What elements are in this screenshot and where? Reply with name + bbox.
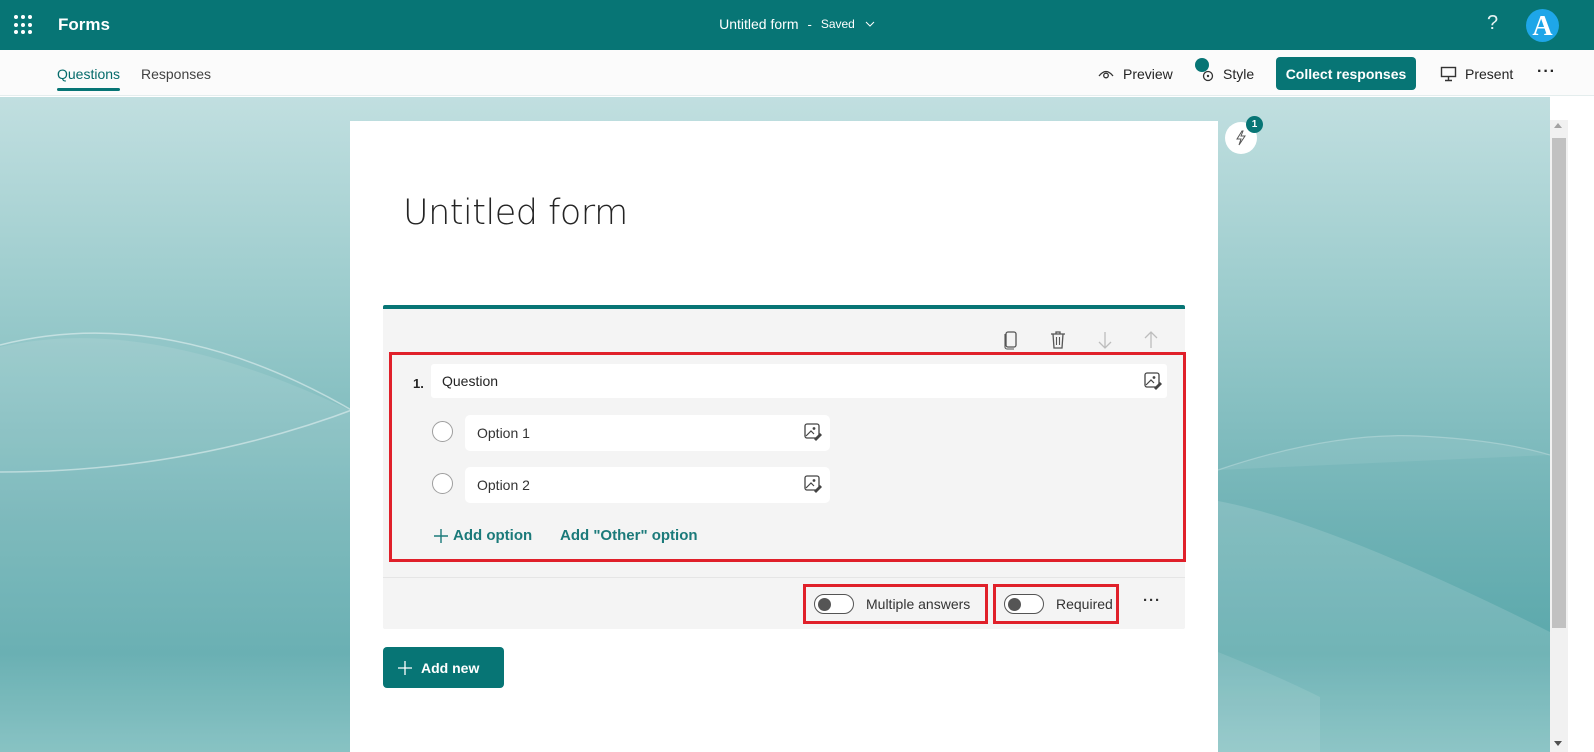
chevron-down-icon bbox=[865, 21, 875, 27]
tab-responses[interactable]: Responses bbox=[141, 66, 211, 82]
option-1-image-icon[interactable] bbox=[803, 422, 823, 442]
app-name[interactable]: Forms bbox=[58, 15, 110, 35]
save-status: Saved bbox=[820, 17, 855, 31]
option-1-radio[interactable] bbox=[432, 421, 453, 442]
more-options-icon[interactable]: ··· bbox=[1537, 63, 1556, 81]
add-option-label: Add option bbox=[453, 527, 533, 544]
copy-question-icon[interactable] bbox=[1001, 329, 1021, 351]
preview-label: Preview bbox=[1123, 66, 1173, 82]
insert-image-icon[interactable] bbox=[1143, 371, 1163, 391]
help-icon[interactable]: ? bbox=[1487, 12, 1498, 35]
add-new-button[interactable]: Add new bbox=[383, 647, 504, 688]
document-title-dropdown[interactable]: Untitled form - Saved bbox=[719, 16, 875, 32]
style-button[interactable]: Style bbox=[1195, 58, 1255, 82]
scrollbar-thumb[interactable] bbox=[1552, 138, 1566, 628]
plus-icon bbox=[398, 660, 412, 675]
window-edge bbox=[1568, 97, 1594, 752]
add-option-button[interactable]: Add option bbox=[433, 527, 532, 544]
form-canvas: Untitled form 1. Question Option 1 Optio… bbox=[350, 121, 1218, 752]
scroll-up-arrow-icon[interactable] bbox=[1554, 123, 1562, 128]
move-up-icon[interactable] bbox=[1141, 329, 1161, 351]
preview-button[interactable]: Preview bbox=[1097, 66, 1173, 82]
question-number: 1. bbox=[413, 376, 424, 391]
present-button[interactable]: Present bbox=[1440, 66, 1513, 82]
collect-responses-button[interactable]: Collect responses bbox=[1276, 57, 1416, 90]
question-more-icon[interactable]: ··· bbox=[1143, 592, 1161, 609]
app-header: Forms Untitled form - Saved ? A bbox=[0, 0, 1594, 50]
question-highlight-frame: 1. Add option Add "Other" option bbox=[389, 352, 1186, 562]
option-2-image-icon[interactable] bbox=[803, 474, 823, 494]
plus-icon bbox=[434, 528, 448, 543]
required-switch[interactable] bbox=[1004, 594, 1044, 614]
command-bar: Questions Responses Preview Style Collec… bbox=[0, 50, 1594, 96]
palette-icon bbox=[1195, 58, 1215, 82]
delete-question-icon[interactable] bbox=[1048, 329, 1068, 351]
present-label: Present bbox=[1465, 66, 1514, 82]
option-1-input[interactable] bbox=[465, 415, 830, 451]
multiple-answers-toggle[interactable]: Multiple answers bbox=[803, 584, 988, 624]
title-separator: - bbox=[807, 16, 812, 32]
document-title: Untitled form bbox=[719, 16, 799, 32]
vertical-scrollbar[interactable] bbox=[1550, 120, 1568, 752]
multiple-answers-switch[interactable] bbox=[814, 594, 854, 614]
monitor-icon bbox=[1440, 66, 1457, 82]
question-card[interactable]: 1. Add option Add "Other" option bbox=[383, 305, 1186, 629]
add-new-label: Add new bbox=[421, 659, 480, 676]
ideas-count-badge: 1 bbox=[1246, 116, 1263, 133]
multiple-answers-label: Multiple answers bbox=[866, 596, 971, 612]
required-toggle[interactable]: Required bbox=[993, 584, 1119, 624]
style-label: Style bbox=[1223, 66, 1255, 82]
scroll-down-arrow-icon[interactable] bbox=[1554, 741, 1562, 746]
move-down-icon[interactable] bbox=[1095, 329, 1115, 351]
question-text-input[interactable] bbox=[431, 364, 1167, 398]
option-2-radio[interactable] bbox=[432, 473, 453, 494]
document-title-area: Untitled form - Saved bbox=[0, 16, 1594, 32]
add-other-option-button[interactable]: Add "Other" option bbox=[560, 527, 698, 544]
tab-questions[interactable]: Questions bbox=[57, 66, 121, 91]
eye-icon bbox=[1098, 70, 1114, 79]
form-title[interactable]: Untitled form bbox=[403, 193, 628, 233]
app-launcher-icon[interactable] bbox=[14, 15, 34, 35]
lightning-icon bbox=[1236, 130, 1246, 146]
question-footer: Multiple answers Required ··· bbox=[383, 577, 1185, 629]
required-label: Required bbox=[1056, 596, 1113, 612]
avatar[interactable]: A bbox=[1526, 9, 1559, 42]
option-2-input[interactable] bbox=[465, 467, 830, 503]
